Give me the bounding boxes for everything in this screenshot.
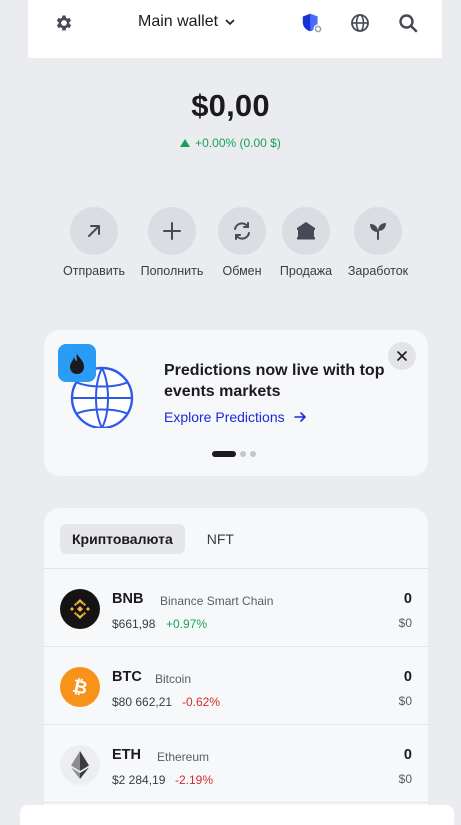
carousel-dot[interactable] (240, 451, 246, 457)
promo-title: Predictions now live with top events mar… (164, 362, 385, 400)
promo-link-label: Explore Predictions (164, 409, 285, 425)
swap-icon (234, 222, 250, 240)
chevron-down-icon (225, 19, 235, 26)
arrow-up-right-icon (88, 225, 100, 237)
asset-amount: 0 (403, 747, 412, 763)
asset-symbol: BNB (112, 591, 144, 607)
swap-label: Обмен (222, 264, 262, 278)
asset-price: $2 284,19 (112, 773, 166, 787)
search-icon[interactable] (396, 11, 420, 35)
asset-change: -2.19% (175, 773, 214, 787)
deposit-circle (148, 207, 196, 255)
earn-button[interactable]: Заработок (333, 207, 423, 278)
carousel-dot[interactable] (250, 451, 256, 457)
asset-value: $0 (398, 772, 412, 786)
bank-icon (297, 222, 315, 240)
basketball-icon (58, 344, 134, 430)
asset-symbol: BTC (112, 669, 142, 685)
tab-nft[interactable]: NFT (195, 524, 246, 554)
deposit-label: Пополнить (140, 264, 204, 278)
asset-tabs: Криптовалюта NFT (60, 524, 246, 554)
wallet-selector[interactable]: Main wallet (138, 13, 236, 31)
action-bar: Отправить Пополнить Обмен Продажа Зарабо… (0, 207, 461, 287)
arrow-right-icon (293, 412, 306, 422)
ethereum-icon (60, 745, 100, 785)
promo-banner[interactable]: Predictions now live with top events mar… (44, 330, 428, 476)
carousel-dot[interactable] (212, 451, 236, 457)
sprout-icon (370, 223, 386, 240)
earn-circle (354, 207, 402, 255)
asset-network: Ethereum (157, 750, 210, 764)
asset-amount: 0 (403, 669, 412, 685)
tab-crypto[interactable]: Криптовалюта (60, 524, 185, 554)
swap-circle (218, 207, 266, 255)
plus-icon (163, 222, 181, 240)
earn-label: Заработок (347, 264, 409, 278)
asset-network: Bitcoin (155, 672, 192, 686)
balance-change: +0.00% (0.00 $) (0, 136, 461, 150)
asset-amount: 0 (403, 591, 412, 607)
asset-row-btc[interactable]: ₿ BTC Bitcoin $80 662,21 -0.62% 0 $0 (44, 647, 428, 725)
bitcoin-icon: ₿ (60, 667, 100, 707)
asset-value: $0 (398, 616, 412, 630)
bnb-icon (60, 589, 100, 629)
assets-panel: Криптовалюта NFT BNB Binance Smart Chain… (44, 508, 428, 825)
asset-price: $661,98 (112, 617, 156, 631)
gear-icon[interactable] (52, 11, 76, 35)
send-circle (70, 207, 118, 255)
asset-price: $80 662,21 (112, 695, 173, 709)
send-label: Отправить (63, 264, 125, 278)
asset-row-eth[interactable]: ETH Ethereum $2 284,19 -2.19% 0 $0 (44, 725, 428, 803)
asset-value: $0 (398, 694, 412, 708)
asset-row-bnb[interactable]: BNB Binance Smart Chain $661,98 +0.97% 0… (44, 569, 428, 647)
asset-change: -0.62% (182, 695, 221, 709)
shield-icon[interactable] (300, 11, 324, 35)
sell-label: Продажа (279, 264, 333, 278)
total-balance: $0,00 (191, 88, 270, 123)
svg-text:₿: ₿ (71, 676, 90, 699)
close-icon[interactable] (388, 342, 416, 370)
sell-circle (282, 207, 330, 255)
triangle-up-icon (180, 139, 191, 147)
asset-symbol: ETH (112, 747, 141, 763)
globe-icon[interactable] (348, 11, 372, 35)
asset-network: Binance Smart Chain (160, 594, 274, 608)
row-divider (44, 802, 428, 803)
bottom-navigation (20, 805, 454, 825)
send-button[interactable]: Отправить (49, 207, 139, 278)
wallet-name: Main wallet (138, 13, 219, 30)
top-header: Main wallet (28, 0, 442, 58)
explore-predictions-link[interactable]: Explore Predictions (164, 409, 307, 425)
asset-change: +0.97% (166, 617, 208, 631)
carousel-dots (212, 451, 256, 457)
balance-change-text: +0.00% (0.00 $) (195, 136, 281, 150)
